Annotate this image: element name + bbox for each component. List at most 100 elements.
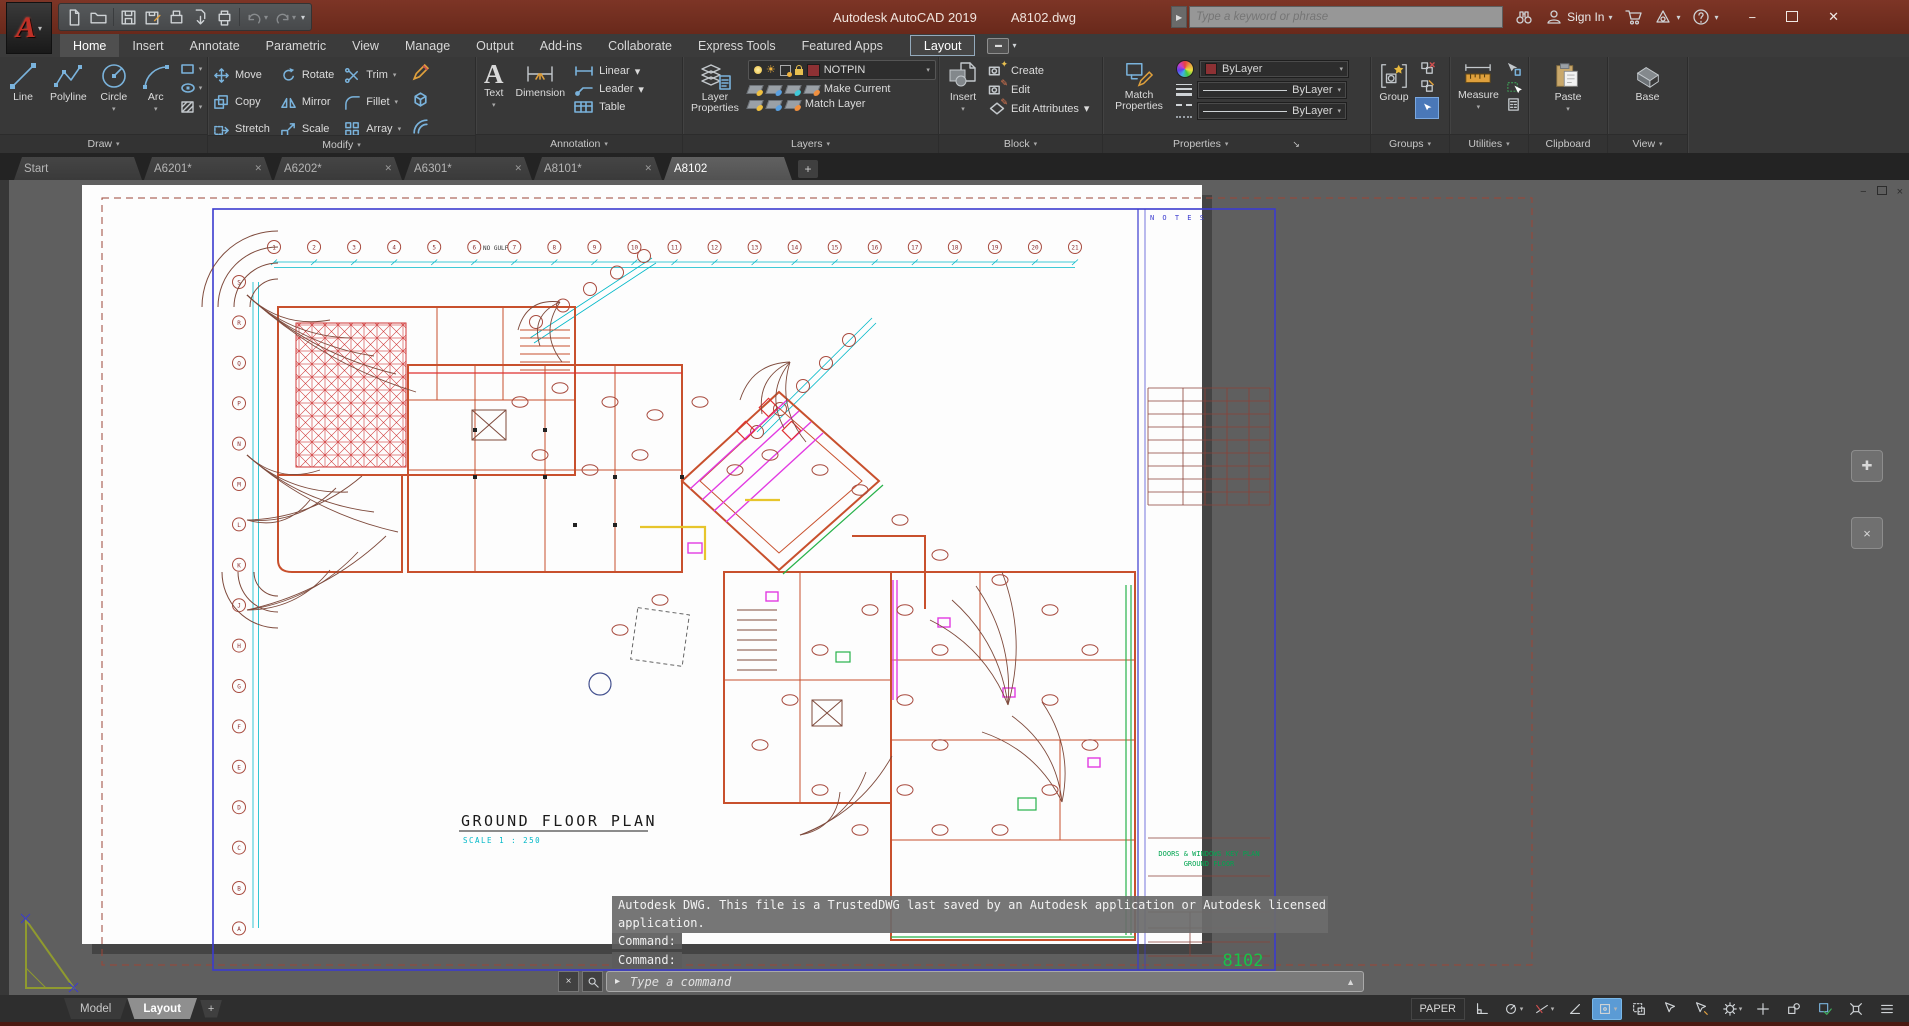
ribbon-display-toggle[interactable]: ▬ — [987, 38, 1009, 54]
trim-button[interactable]: Trim▾ — [344, 67, 401, 84]
ribbon-tab-home[interactable]: Home — [60, 34, 119, 57]
sign-in-button[interactable]: Sign In ▾ — [1545, 8, 1612, 26]
polyline-button[interactable]: Polyline — [47, 60, 90, 104]
layer-unlock-icon[interactable] — [784, 100, 801, 109]
arc-button[interactable]: Arc▾ — [138, 60, 174, 116]
line-button[interactable]: Line — [5, 60, 41, 104]
navigation-bar-button[interactable]: ✚ — [1851, 450, 1883, 482]
ribbon-display-dropdown-icon[interactable]: ▾ — [1012, 41, 1016, 50]
sign-in-dropdown-icon[interactable]: ▾ — [1608, 13, 1612, 22]
layer-thaw-all-icon[interactable] — [765, 100, 782, 109]
command-close-icon[interactable]: × — [558, 971, 579, 992]
new-file-icon[interactable] — [65, 8, 84, 27]
ungroup-icon[interactable] — [1419, 61, 1436, 76]
create-block-button[interactable]: ✦ Create — [988, 63, 1089, 78]
panel-label-clipboard[interactable]: Clipboard — [1529, 134, 1607, 153]
selection-cycling-icon[interactable] — [1625, 999, 1653, 1019]
help-dropdown-icon[interactable]: ▾ — [1714, 13, 1718, 22]
ribbon-tab-featured-apps[interactable]: Featured Apps — [789, 34, 896, 57]
leader-button[interactable]: Leader▾ — [574, 82, 644, 96]
edit-attributes-button[interactable]: ✎ Edit Attributes▾ — [988, 101, 1089, 116]
graphics-performance-icon[interactable] — [1811, 999, 1839, 1019]
edit-block-button[interactable]: ✎ Edit — [988, 82, 1089, 97]
quick-calculator-icon[interactable] — [1505, 97, 1522, 112]
layer-vp-freeze-icon[interactable] — [780, 65, 791, 76]
ribbon-tab-output[interactable]: Output — [463, 34, 527, 57]
command-customize-icon[interactable] — [582, 971, 603, 992]
plot-icon[interactable] — [167, 8, 186, 27]
close-button[interactable]: ✕ — [1828, 9, 1839, 25]
mirror-button[interactable]: Mirror — [280, 94, 334, 111]
help-icon[interactable]: ▾ — [1692, 8, 1718, 26]
base-view-button[interactable]: Base — [1630, 60, 1666, 104]
panel-label-draw[interactable]: Draw▾ — [0, 134, 207, 153]
file-tab-start[interactable]: Start — [14, 157, 142, 180]
ribbon-tab-add-ins[interactable]: Add-ins — [527, 34, 595, 57]
layer-freeze-icon[interactable] — [784, 85, 801, 94]
lineweight-dropdown-icon[interactable]: ▾ — [1337, 86, 1341, 94]
file-tab-a6201[interactable]: A6201*✕ — [144, 157, 272, 180]
linetype-select[interactable]: ByLayer ▾ — [1197, 102, 1347, 120]
open-file-icon[interactable] — [89, 8, 108, 27]
layout-tab-model[interactable]: Model — [64, 998, 127, 1019]
customization-icon[interactable] — [1873, 999, 1901, 1019]
layer-isolate-icon[interactable] — [765, 85, 782, 94]
layer-properties-button[interactable]: Layer Properties — [688, 60, 742, 115]
copy-button[interactable]: Copy — [213, 94, 270, 111]
layer-on-icon[interactable] — [754, 66, 762, 74]
redo-icon[interactable]: ▾ — [273, 8, 296, 27]
panel-label-layers[interactable]: Layers▾ — [683, 134, 938, 153]
hatch-tool-button[interactable]: ▾ — [180, 100, 203, 114]
panel-label-utilities[interactable]: Utilities▾ — [1450, 134, 1528, 153]
file-tab-a6202[interactable]: A6202*✕ — [274, 157, 402, 180]
layer-color-swatch[interactable] — [807, 64, 820, 77]
undo-icon[interactable]: ▾ — [245, 8, 268, 27]
close-tab-icon[interactable]: ✕ — [384, 163, 392, 174]
polar-tracking-icon[interactable]: ▾ — [1499, 999, 1527, 1019]
color-dropdown-icon[interactable]: ▾ — [1339, 65, 1343, 73]
file-tab-a8102[interactable]: A8102 — [664, 157, 792, 180]
command-history-expand-icon[interactable]: ▲ — [1346, 977, 1355, 987]
panel-label-annotation[interactable]: Annotation▾ — [476, 134, 682, 153]
doc-minimize-button[interactable]: − — [1860, 186, 1866, 198]
layer-dropdown-icon[interactable]: ▾ — [926, 66, 930, 74]
isometric-drafting-icon[interactable]: ▾ — [1530, 999, 1558, 1019]
rectangle-tool-button[interactable]: ▾ — [180, 62, 203, 76]
move-button[interactable]: Move — [213, 67, 270, 84]
paste-button[interactable]: Paste▾ — [1550, 60, 1586, 116]
group-button[interactable]: Group — [1376, 60, 1412, 104]
panel-label-view[interactable]: View▾ — [1608, 134, 1687, 153]
annotation-autoscale-icon[interactable] — [1687, 999, 1715, 1019]
new-drawing-button[interactable]: + — [798, 160, 818, 178]
navigation-bar-close-button[interactable]: × — [1851, 517, 1883, 549]
rotate-button[interactable]: Rotate — [280, 67, 334, 84]
isolate-objects-icon[interactable] — [1780, 999, 1808, 1019]
app-store-cart-icon[interactable] — [1624, 8, 1642, 26]
close-tab-icon[interactable]: ✕ — [644, 163, 652, 174]
linear-dimension-button[interactable]: Linear▾ — [574, 64, 644, 78]
object-snap-icon[interactable]: ▾ — [1592, 998, 1622, 1020]
layout-tab-layout[interactable]: Layout — [127, 998, 197, 1019]
ellipse-tool-button[interactable]: ▾ — [180, 81, 203, 95]
ribbon-tab-parametric[interactable]: Parametric — [253, 34, 339, 57]
layer-dropdown[interactable]: ☀ NOTPIN ▾ — [748, 60, 936, 80]
ribbon-tab-insert[interactable]: Insert — [119, 34, 176, 57]
layer-thaw-icon[interactable]: ☀ — [766, 65, 776, 75]
quick-select-icon[interactable] — [1505, 61, 1522, 76]
make-current-button[interactable]: Make Current — [824, 83, 891, 95]
explode-button[interactable] — [411, 90, 430, 114]
ribbon-tab-annotate[interactable]: Annotate — [177, 34, 253, 57]
share-a360-icon[interactable]: ▾ — [1654, 8, 1680, 26]
command-input-wrap[interactable]: ▸ ▲ — [606, 971, 1364, 992]
ribbon-tab-layout[interactable]: Layout — [910, 35, 976, 56]
measure-button[interactable]: Measure▾ — [1455, 60, 1502, 114]
panel-label-modify[interactable]: Modify▾ — [208, 135, 475, 153]
text-button[interactable]: A Text▾ — [481, 60, 507, 112]
group-edit-icon[interactable] — [1419, 79, 1436, 94]
search-go-icon[interactable]: ▶ — [1171, 6, 1187, 28]
close-tab-icon[interactable]: ✕ — [514, 163, 522, 174]
annotation-scale-icon[interactable] — [1749, 999, 1777, 1019]
snap-mode-icon[interactable] — [1468, 999, 1496, 1019]
osnap-tracking-icon[interactable] — [1561, 999, 1589, 1019]
save-as-icon[interactable] — [143, 8, 162, 27]
